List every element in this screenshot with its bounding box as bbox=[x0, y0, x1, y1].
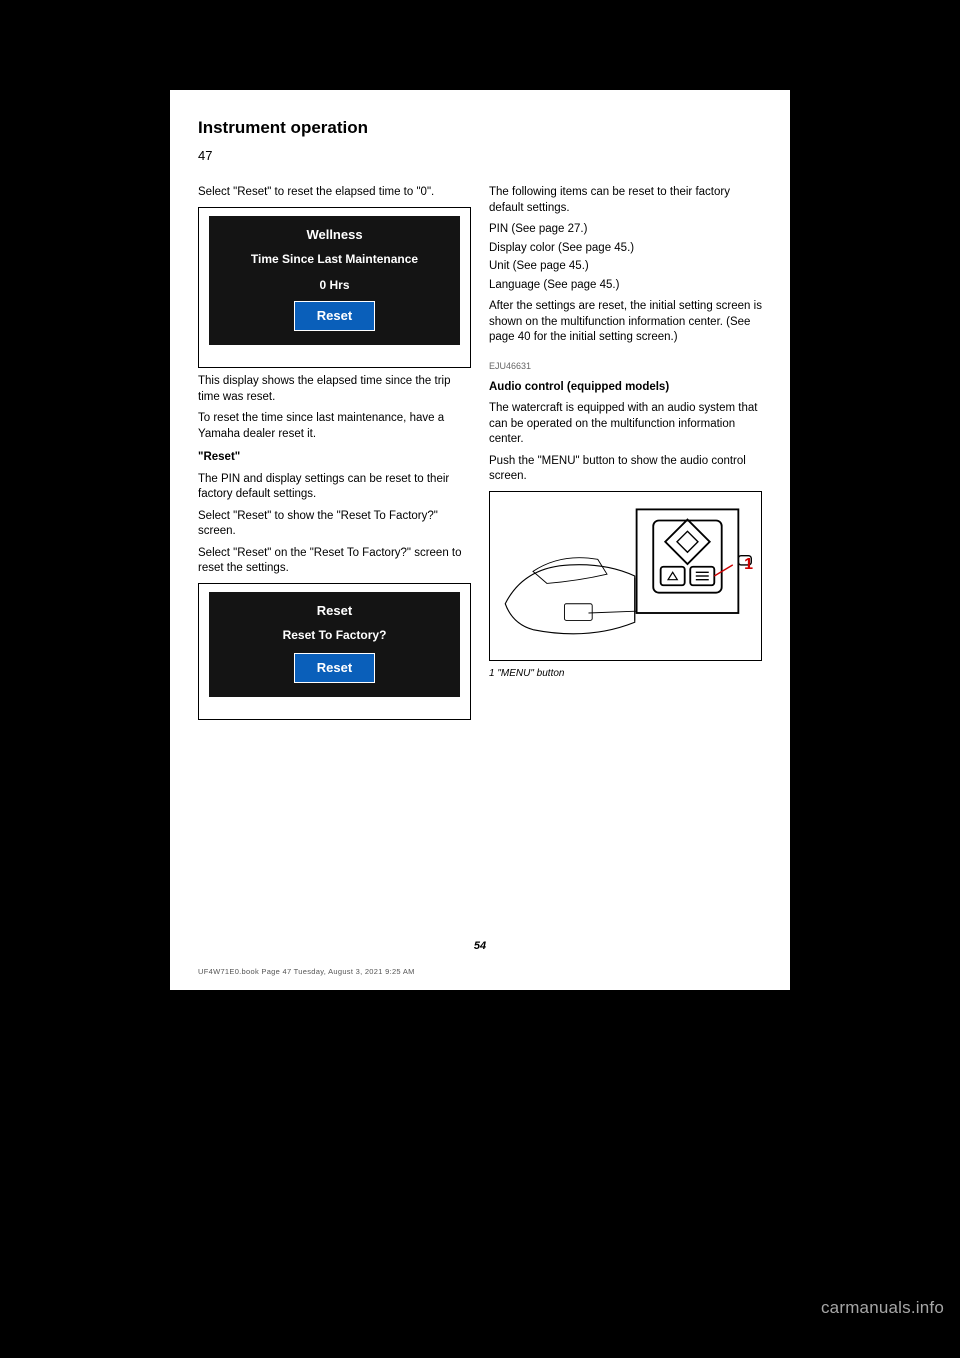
body-text: Select "Reset" to show the "Reset To Fac… bbox=[198, 509, 471, 540]
body-text: Push the "MENU" button to show the audio… bbox=[489, 454, 762, 485]
body-text: The watercraft is equipped with an audio… bbox=[489, 401, 762, 448]
lcd-title: Wellness bbox=[217, 226, 452, 244]
two-column-body: Select "Reset" to reset the elapsed time… bbox=[198, 185, 762, 726]
ref-code: EJU46631 bbox=[489, 360, 762, 372]
lcd-value: 0 Hrs bbox=[217, 277, 452, 293]
list-item: Language (See page 45.) bbox=[489, 278, 762, 294]
reset-screen-figure: Reset Reset To Factory? Reset bbox=[198, 583, 471, 720]
body-text: Select "Reset" to reset the elapsed time… bbox=[198, 185, 471, 201]
print-metadata-line: UF4W71E0.book Page 47 Tuesday, August 3,… bbox=[198, 967, 415, 976]
watermark-text: carmanuals.info bbox=[821, 1298, 944, 1318]
menu-button-diagram: 1 bbox=[489, 491, 762, 661]
wellness-screen-figure: Wellness Time Since Last Maintenance 0 H… bbox=[198, 207, 471, 368]
left-column: Select "Reset" to reset the elapsed time… bbox=[198, 185, 471, 726]
reset-section-title: "Reset" bbox=[198, 450, 471, 466]
watercraft-illustration bbox=[496, 498, 755, 654]
callout-number-1: 1 bbox=[744, 554, 753, 576]
lcd-subtitle: Time Since Last Maintenance bbox=[217, 251, 452, 267]
body-text: The following items can be reset to thei… bbox=[489, 185, 762, 216]
factory-reset-button[interactable]: Reset bbox=[294, 653, 375, 683]
lcd-subtitle: Reset To Factory? bbox=[217, 627, 452, 643]
right-column: The following items can be reset to thei… bbox=[489, 185, 762, 726]
list-item: Unit (See page 45.) bbox=[489, 259, 762, 275]
page-number-top: 47 bbox=[198, 148, 762, 163]
reset-lcd: Reset Reset To Factory? Reset bbox=[209, 592, 460, 697]
body-text: After the settings are reset, the initia… bbox=[489, 299, 762, 346]
reset-items-list: PIN (See page 27.) Display color (See pa… bbox=[489, 222, 762, 293]
list-item: PIN (See page 27.) bbox=[489, 222, 762, 238]
body-text: Select "Reset" on the "Reset To Factory?… bbox=[198, 546, 471, 577]
list-item: Display color (See page 45.) bbox=[489, 241, 762, 257]
lcd-title: Reset bbox=[217, 602, 452, 620]
wellness-lcd: Wellness Time Since Last Maintenance 0 H… bbox=[209, 216, 460, 345]
figure-caption: 1 "MENU" button bbox=[489, 667, 762, 681]
footer-page-number: 54 bbox=[474, 940, 486, 952]
manual-page: Instrument operation 47 Select "Reset" t… bbox=[170, 90, 790, 990]
body-text: The PIN and display settings can be rese… bbox=[198, 472, 471, 503]
body-text: To reset the time since last maintenance… bbox=[198, 411, 471, 442]
section-header: Instrument operation bbox=[198, 118, 762, 138]
wellness-reset-button[interactable]: Reset bbox=[294, 301, 375, 331]
audio-section-title: Audio control (equipped models) bbox=[489, 380, 762, 396]
body-text: This display shows the elapsed time sinc… bbox=[198, 374, 471, 405]
